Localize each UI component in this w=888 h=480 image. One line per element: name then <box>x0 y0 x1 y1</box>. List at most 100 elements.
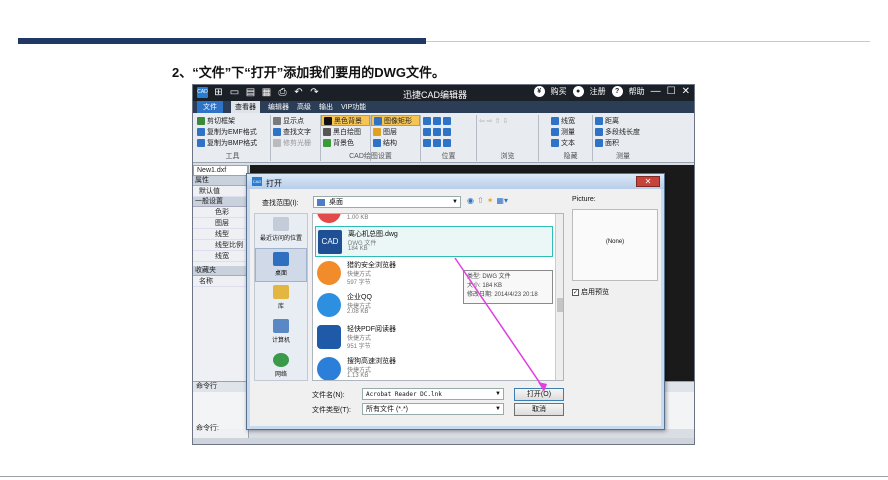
close-button[interactable]: ✕ <box>682 86 690 97</box>
image-rect-button[interactable]: 图像矩形 <box>371 115 420 126</box>
pan-tools[interactable] <box>421 126 476 137</box>
zoom-tools[interactable] <box>421 115 476 126</box>
new-icon[interactable]: ⊞ <box>213 87 224 98</box>
distance-button[interactable]: 距离 <box>593 115 653 126</box>
ribbon-group-hide: 线宽 测量 文本 隐藏 <box>549 115 593 161</box>
default-row[interactable]: 默认值 <box>193 186 248 197</box>
trim-raster-button[interactable]: 修剪光栅 <box>271 137 320 148</box>
black-background-icon <box>324 116 332 125</box>
cancel-button[interactable]: 取消 <box>514 403 564 416</box>
general-header[interactable]: 一般设置 <box>193 197 248 207</box>
status-bar <box>193 438 694 444</box>
prop-row: 色彩 <box>193 207 248 218</box>
measure-button[interactable]: 测量 <box>549 126 592 137</box>
bw-drawing-button[interactable]: 黑白绘图 <box>321 126 370 137</box>
line-width-button[interactable]: 线宽 <box>549 115 592 126</box>
clip-frame-button[interactable]: 剪切框架 <box>195 115 270 126</box>
layers-label: 图层 <box>383 128 397 136</box>
filename-value: Acrobat Reader DC.lnk <box>366 391 442 398</box>
structure-icon <box>373 138 381 147</box>
polyline-length-button[interactable]: 多段线长度 <box>593 126 653 137</box>
copy-emf-icon <box>197 127 205 136</box>
enable-preview-label: 启用预览 <box>581 289 609 296</box>
background-color-button[interactable]: 背景色 <box>321 137 370 148</box>
area-button[interactable]: 面积 <box>593 137 653 148</box>
background-color-icon <box>323 138 331 147</box>
open-folder-icon[interactable]: ▭ <box>229 87 240 98</box>
image-rect-icon <box>374 116 382 125</box>
filetype-select[interactable]: 所有文件 (*.*) ▼ <box>362 403 504 415</box>
enable-preview-checkbox[interactable]: ✓ 启用预览 <box>572 287 609 297</box>
rotate-tools[interactable] <box>421 137 476 148</box>
layers-button[interactable]: 图层 <box>371 126 420 137</box>
ribbon: 剪切框架 复制为EMF格式 复制为BMP格式 工具 显示点 查找文字 修剪光栅 … <box>193 113 694 163</box>
qq-icon <box>317 293 341 317</box>
filename-input[interactable]: Acrobat Reader DC.lnk ▼ <box>362 388 504 400</box>
tab-vip[interactable]: VIP功能 <box>341 102 366 112</box>
dialog-close-button[interactable]: ✕ <box>636 176 660 187</box>
register-link[interactable]: 注册 <box>590 86 606 97</box>
list-item[interactable]: 搜狗高速浏览器 快捷方式 1.13 KB <box>315 354 553 380</box>
prop-row: 图层 <box>193 218 248 229</box>
browse-nav[interactable]: ⇦ ⇨ ⇧ ⇩ <box>477 115 538 126</box>
file-icon <box>317 214 341 223</box>
structure-button[interactable]: 结构 <box>371 137 420 148</box>
file-size: 1.13 KB <box>347 373 369 379</box>
slide-top-bar <box>18 38 426 44</box>
tab-output[interactable]: 输出 <box>319 102 333 112</box>
place-desktop[interactable]: 桌面 <box>255 248 307 282</box>
ribbon-group-label: 测量 <box>616 153 630 160</box>
view-menu-icon[interactable]: ▦▾ <box>496 196 508 205</box>
up-folder-icon[interactable]: ⇧ <box>477 196 484 205</box>
list-item[interactable]: 1.00 KB <box>315 214 553 227</box>
show-points-label: 显示点 <box>283 117 304 125</box>
clip-frame-icon <box>197 116 205 125</box>
show-points-button[interactable]: 显示点 <box>271 115 320 126</box>
redo-icon[interactable]: ↷ <box>309 87 320 98</box>
command-input[interactable]: 命令行: <box>196 423 219 433</box>
place-recent[interactable]: 最近访问的位置 <box>255 214 307 248</box>
file-size: 597 字节 <box>347 280 371 286</box>
file-list: 1.00 KB CAD 离心机总图.dwg DWG 文件 184 KB 猎豹安全… <box>312 213 564 381</box>
print-icon[interactable]: ⎙ <box>277 87 288 98</box>
dialog-toolbar: ◉ ⇧ ✶ ▦▾ <box>467 196 508 205</box>
place-computer-label: 计算机 <box>271 338 290 344</box>
black-background-button[interactable]: 黑色背景 <box>321 115 370 126</box>
ribbon-group-browse: ⇦ ⇨ ⇧ ⇩ 浏览 <box>477 115 539 161</box>
open-button[interactable]: 打开(O) <box>514 388 564 401</box>
document-tab[interactable]: New1.dxf <box>193 165 248 176</box>
copy-emf-button[interactable]: 复制为EMF格式 <box>195 126 270 137</box>
file-list-scrollbar[interactable] <box>555 214 563 380</box>
area-label: 面积 <box>605 139 619 147</box>
place-computer[interactable]: 计算机 <box>255 316 307 350</box>
find-text-button[interactable]: 查找文字 <box>271 126 320 137</box>
scrollbar-thumb[interactable] <box>557 298 563 312</box>
place-library[interactable]: 库 <box>255 282 307 316</box>
list-item[interactable]: 轻快PDF阅读器 快捷方式 951 字节 <box>315 322 553 353</box>
maximize-button[interactable]: ☐ <box>667 86 676 97</box>
save-icon[interactable]: ▤ <box>245 87 256 98</box>
trim-raster-label: 修剪光栅 <box>283 139 311 147</box>
save-as-icon[interactable]: ▦ <box>261 87 272 98</box>
tab-advanced[interactable]: 高级 <box>297 102 311 112</box>
tab-viewer[interactable]: 查看器 <box>231 101 260 113</box>
list-item-dwg[interactable]: CAD 离心机总图.dwg DWG 文件 184 KB <box>315 226 553 257</box>
trim-raster-icon <box>273 138 281 147</box>
copy-bmp-button[interactable]: 复制为BMP格式 <box>195 137 270 148</box>
props-header: 属性 <box>193 176 248 186</box>
help-link[interactable]: 帮助 <box>629 86 645 97</box>
show-points-icon <box>273 116 281 125</box>
minimize-button[interactable]: — <box>651 86 661 97</box>
tab-editor[interactable]: 编辑器 <box>268 102 289 112</box>
text-button[interactable]: 文本 <box>549 137 592 148</box>
undo-icon[interactable]: ↶ <box>293 87 304 98</box>
tooltip-type: 类型: DWG 文件 <box>467 274 511 280</box>
place-network[interactable]: 网络 <box>255 350 307 384</box>
new-folder-icon[interactable]: ✶ <box>487 196 494 205</box>
back-icon[interactable]: ◉ <box>467 196 474 205</box>
copy-bmp-label: 复制为BMP格式 <box>207 139 258 147</box>
help-icon: ? <box>611 86 623 97</box>
buy-link[interactable]: 购买 <box>551 86 567 97</box>
tab-file[interactable]: 文件 <box>197 101 223 113</box>
lookin-select[interactable]: 桌面 ▼ <box>313 196 461 208</box>
